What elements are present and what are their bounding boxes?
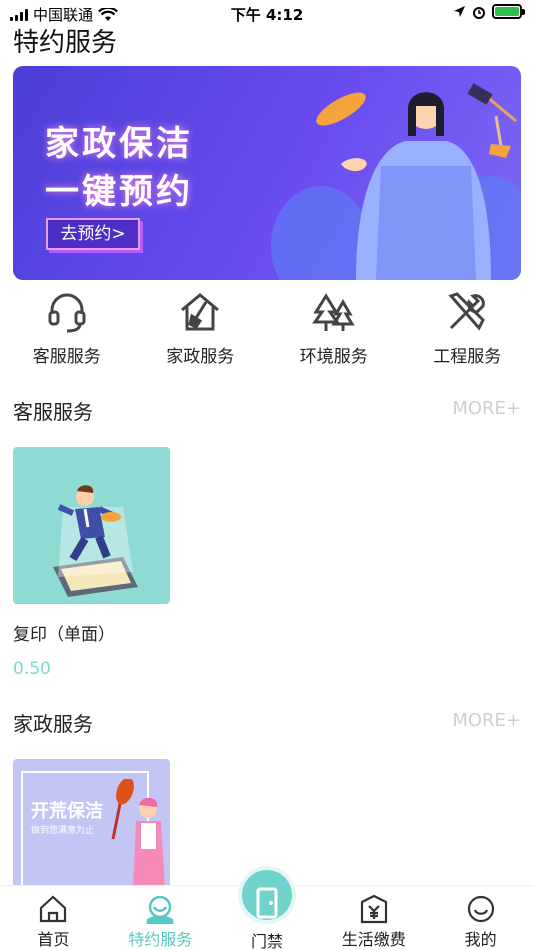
section-header-housekeeping: 家政服务 MORE+ [13,708,521,738]
tools-icon [448,292,486,331]
category-customer-service[interactable]: 客服服务 [0,288,134,378]
house-broom-icon [181,293,220,331]
category-label: 工程服务 [433,347,502,367]
alarm-icon [473,6,485,19]
tab-label: 生活缴费 [341,930,406,949]
product-image-title: 开荒保洁 [31,801,103,822]
promo-banner[interactable]: 家政保洁 一键预约 去预约> [13,66,521,280]
door-icon [241,870,292,920]
tab-label: 我的 [464,930,497,949]
product-image [13,447,170,604]
banner-title-line2: 一键预约 [45,172,193,212]
section-title: 家政服务 [13,712,93,736]
category-environment[interactable]: 环境服务 [267,288,401,378]
location-icon [454,6,465,17]
category-label: 客服服务 [32,347,101,367]
section-header-customer-service: 客服服务 MORE+ [13,396,521,426]
product-card-copy[interactable]: 复印（单面） 0.50 [13,447,170,679]
service-icon [146,895,174,924]
category-engineering[interactable]: 工程服务 [401,288,534,378]
tab-label: 门禁 [250,932,283,950]
smiley-icon [467,895,494,923]
cleaner-illustration [271,83,521,280]
category-grid: 客服服务 家政服务 环境服务 工程服务 [0,288,534,378]
tab-payment[interactable]: 生活缴费 [320,886,427,950]
page-title: 特约服务 [13,28,118,58]
headset-icon [48,293,86,333]
tab-label: 首页 [37,930,70,949]
product-image-subtitle: 做到您满意为止 [31,826,95,836]
product-card-cleaning[interactable]: 开荒保洁 做到您满意为止 [13,759,170,885]
home-icon [40,895,67,923]
trees-icon [311,293,355,331]
more-link[interactable]: MORE+ [452,710,521,731]
tab-mine[interactable]: 我的 [427,886,534,950]
battery-icon [492,4,525,19]
section-title: 客服服务 [13,400,93,424]
category-label: 家政服务 [166,347,235,367]
category-housekeeping[interactable]: 家政服务 [134,288,268,378]
tab-bar: 首页 特约服务 门禁 生活缴费 我的 [0,870,534,950]
product-price: 0.50 [13,659,51,679]
tab-label: 特约服务 [128,930,193,949]
product-image: 开荒保洁 做到您满意为止 [13,759,170,885]
category-label: 环境服务 [299,347,368,367]
more-link[interactable]: MORE+ [452,398,521,419]
tab-door-access[interactable]: 门禁 [214,870,321,950]
tab-home[interactable]: 首页 [0,886,107,950]
banner-title-line1: 家政保洁 [45,124,193,164]
payment-icon [360,894,387,924]
tab-special-service[interactable]: 特约服务 [107,886,214,950]
product-name: 复印（单面） [13,625,115,645]
book-now-button[interactable]: 去预约> [46,218,140,250]
